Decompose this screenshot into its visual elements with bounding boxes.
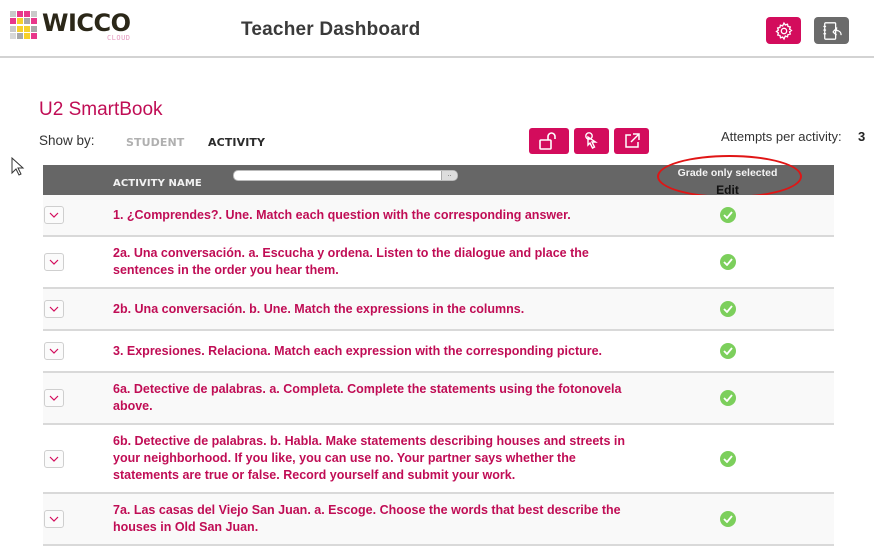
column-header-activity-name[interactable]: ACTIVITY NAME xyxy=(113,178,202,189)
open-external-button[interactable] xyxy=(614,128,649,154)
gear-icon xyxy=(774,21,793,40)
app-title: Teacher Dashboard xyxy=(241,19,421,40)
chevron-down-icon xyxy=(49,456,59,462)
table-row: 3. Expresiones. Relaciona. Match each ex… xyxy=(43,331,834,373)
activity-name[interactable]: 2a. Una conversación. a. Escucha y orden… xyxy=(113,245,633,279)
table-row: 1. ¿Comprendes?. Une. Match each questio… xyxy=(43,195,834,237)
logo-wordmark: WICCO xyxy=(42,9,131,37)
activity-filter: .. xyxy=(233,170,458,181)
unlock-button[interactable] xyxy=(529,128,569,154)
attempts-value: 3 xyxy=(858,129,866,144)
notebook-button[interactable] xyxy=(814,17,849,44)
logo-mark-icon xyxy=(10,11,38,39)
table-header: ACTIVITY NAME .. Grade only selected Edi… xyxy=(43,155,834,198)
grade-column-header: Grade only selected Edit xyxy=(655,167,800,198)
mouse-cursor-icon xyxy=(11,157,25,176)
activity-name[interactable]: 6a. Detective de palabras. a. Completa. … xyxy=(113,381,633,415)
activity-table: ACTIVITY NAME .. Grade only selected Edi… xyxy=(43,155,834,546)
check-circle-icon xyxy=(720,207,736,223)
chevron-down-icon xyxy=(49,212,59,218)
table-body: 1. ¿Comprendes?. Une. Match each questio… xyxy=(43,195,834,546)
expand-row-button[interactable] xyxy=(44,510,64,528)
show-by-label: Show by: xyxy=(39,133,95,148)
activity-name[interactable]: 1. ¿Comprendes?. Une. Match each questio… xyxy=(113,207,633,224)
chevron-down-icon xyxy=(49,348,59,354)
expand-row-button[interactable] xyxy=(44,342,64,360)
expand-row-button[interactable] xyxy=(44,206,64,224)
settings-button[interactable] xyxy=(766,17,801,44)
activity-name[interactable]: 6b. Detective de palabras. b. Habla. Mak… xyxy=(113,433,633,484)
check-circle-icon xyxy=(720,450,736,467)
expand-row-button[interactable] xyxy=(44,449,64,468)
check-circle-icon xyxy=(720,343,736,359)
unlock-icon xyxy=(539,132,556,150)
check-circle-icon xyxy=(720,511,736,527)
table-row: 6a. Detective de palabras. a. Completa. … xyxy=(43,373,834,425)
table-row: 6b. Detective de palabras. b. Habla. Mak… xyxy=(43,425,834,494)
check-circle-icon xyxy=(720,390,736,406)
table-row: 2b. Una conversación. b. Une. Match the … xyxy=(43,289,834,331)
check-circle-icon xyxy=(720,301,736,317)
page-title: U2 SmartBook xyxy=(39,99,163,120)
table-row: 7a. Las casas del Viejo San Juan. a. Esc… xyxy=(43,494,834,546)
logo-subtitle: CLOUD xyxy=(106,34,131,42)
chevron-down-icon xyxy=(49,306,59,312)
activity-name[interactable]: 3. Expresiones. Relaciona. Match each ex… xyxy=(113,343,633,360)
pointer-hand-icon xyxy=(584,132,598,149)
select-button[interactable] xyxy=(574,128,609,154)
chevron-down-icon xyxy=(49,516,59,522)
expand-row-button[interactable] xyxy=(44,389,64,407)
external-link-icon xyxy=(624,133,640,148)
wicco-logo[interactable]: WICCO CLOUD xyxy=(10,9,131,42)
check-circle-icon xyxy=(720,254,736,270)
chevron-down-icon xyxy=(49,395,59,401)
grade-mode-label: Grade only selected xyxy=(677,167,778,179)
activity-name[interactable]: 2b. Una conversación. b. Une. Match the … xyxy=(113,301,633,318)
activity-filter-input[interactable] xyxy=(234,179,439,180)
chevron-down-icon xyxy=(49,259,59,265)
tab-student[interactable]: STUDENT xyxy=(126,136,184,149)
top-bar: WICCO CLOUD Teacher Dashboard xyxy=(0,0,874,58)
attempts-label: Attempts per activity: xyxy=(721,129,842,144)
notebook-return-icon xyxy=(822,21,842,40)
table-row: 2a. Una conversación. a. Escucha y orden… xyxy=(43,237,834,289)
activity-name[interactable]: 7a. Las casas del Viejo San Juan. a. Esc… xyxy=(113,502,633,536)
filter-options-button[interactable]: .. xyxy=(441,171,457,180)
tab-activity[interactable]: ACTIVITY xyxy=(208,136,265,149)
expand-row-button[interactable] xyxy=(44,300,64,318)
expand-row-button[interactable] xyxy=(44,253,64,271)
